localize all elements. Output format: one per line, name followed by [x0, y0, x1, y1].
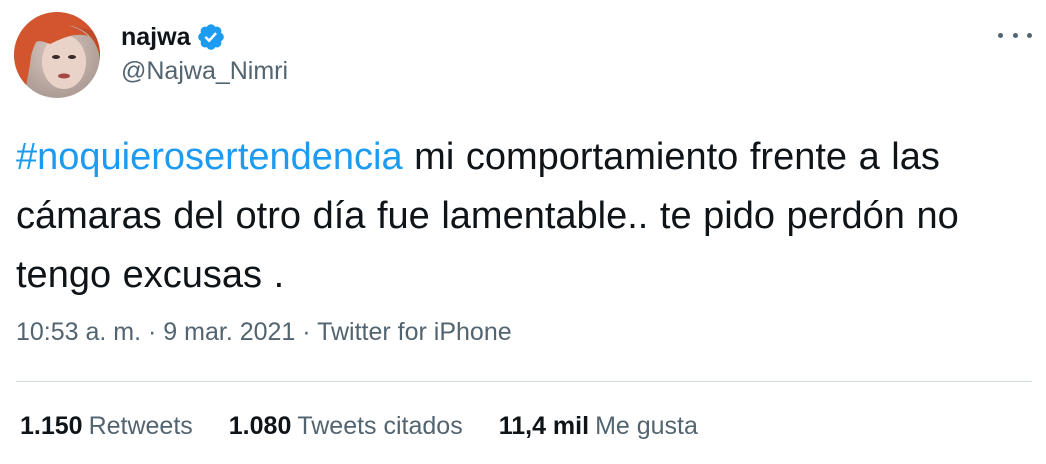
verified-badge-icon: [196, 22, 226, 52]
tweet-meta: 10:53 a. m. · 9 mar. 2021 · Twitter for …: [16, 316, 512, 348]
stat-label: Retweets: [88, 412, 193, 440]
stat-value: 1.080: [228, 412, 292, 440]
user-handle[interactable]: @Najwa_Nimri: [121, 56, 288, 86]
tweet-source[interactable]: Twitter for iPhone: [317, 318, 512, 346]
meta-separator: ·: [295, 318, 318, 346]
dot-icon: [1027, 32, 1032, 38]
more-options-icon[interactable]: [995, 22, 1035, 48]
stat-value: 1.150: [20, 412, 83, 440]
tweet-date[interactable]: 9 mar. 2021: [163, 318, 295, 346]
dot-icon: [998, 32, 1003, 38]
tweet-stats: 1.150 Retweets 1.080 Tweets citados 11,4 m…: [20, 410, 734, 442]
likes-stat[interactable]: 11,4 mil Me gusta: [499, 410, 698, 442]
divider: [16, 381, 1032, 382]
stat-label: Tweets citados: [297, 412, 463, 440]
tweet-card: najwa @Najwa_Nimri #noquierosertendencia…: [0, 0, 1046, 464]
stat-label: Me gusta: [595, 412, 698, 440]
name-row: najwa: [121, 22, 226, 52]
avatar[interactable]: [14, 12, 100, 98]
display-name[interactable]: najwa: [121, 22, 190, 52]
quote-tweets-stat[interactable]: 1.080 Tweets citados: [229, 410, 463, 442]
hashtag-link[interactable]: #noquierosertendencia: [16, 136, 403, 178]
tweet-time[interactable]: 10:53 a. m.: [16, 318, 141, 346]
stat-value: 11,4 mil: [498, 412, 590, 440]
dot-icon: [1012, 32, 1018, 38]
retweets-stat[interactable]: 1.150 Retweets: [20, 410, 193, 442]
tweet-text: #noquierosertendencia mi comportamiento …: [16, 128, 1026, 305]
meta-separator: ·: [141, 318, 164, 346]
profile-photo-icon: [14, 12, 100, 98]
